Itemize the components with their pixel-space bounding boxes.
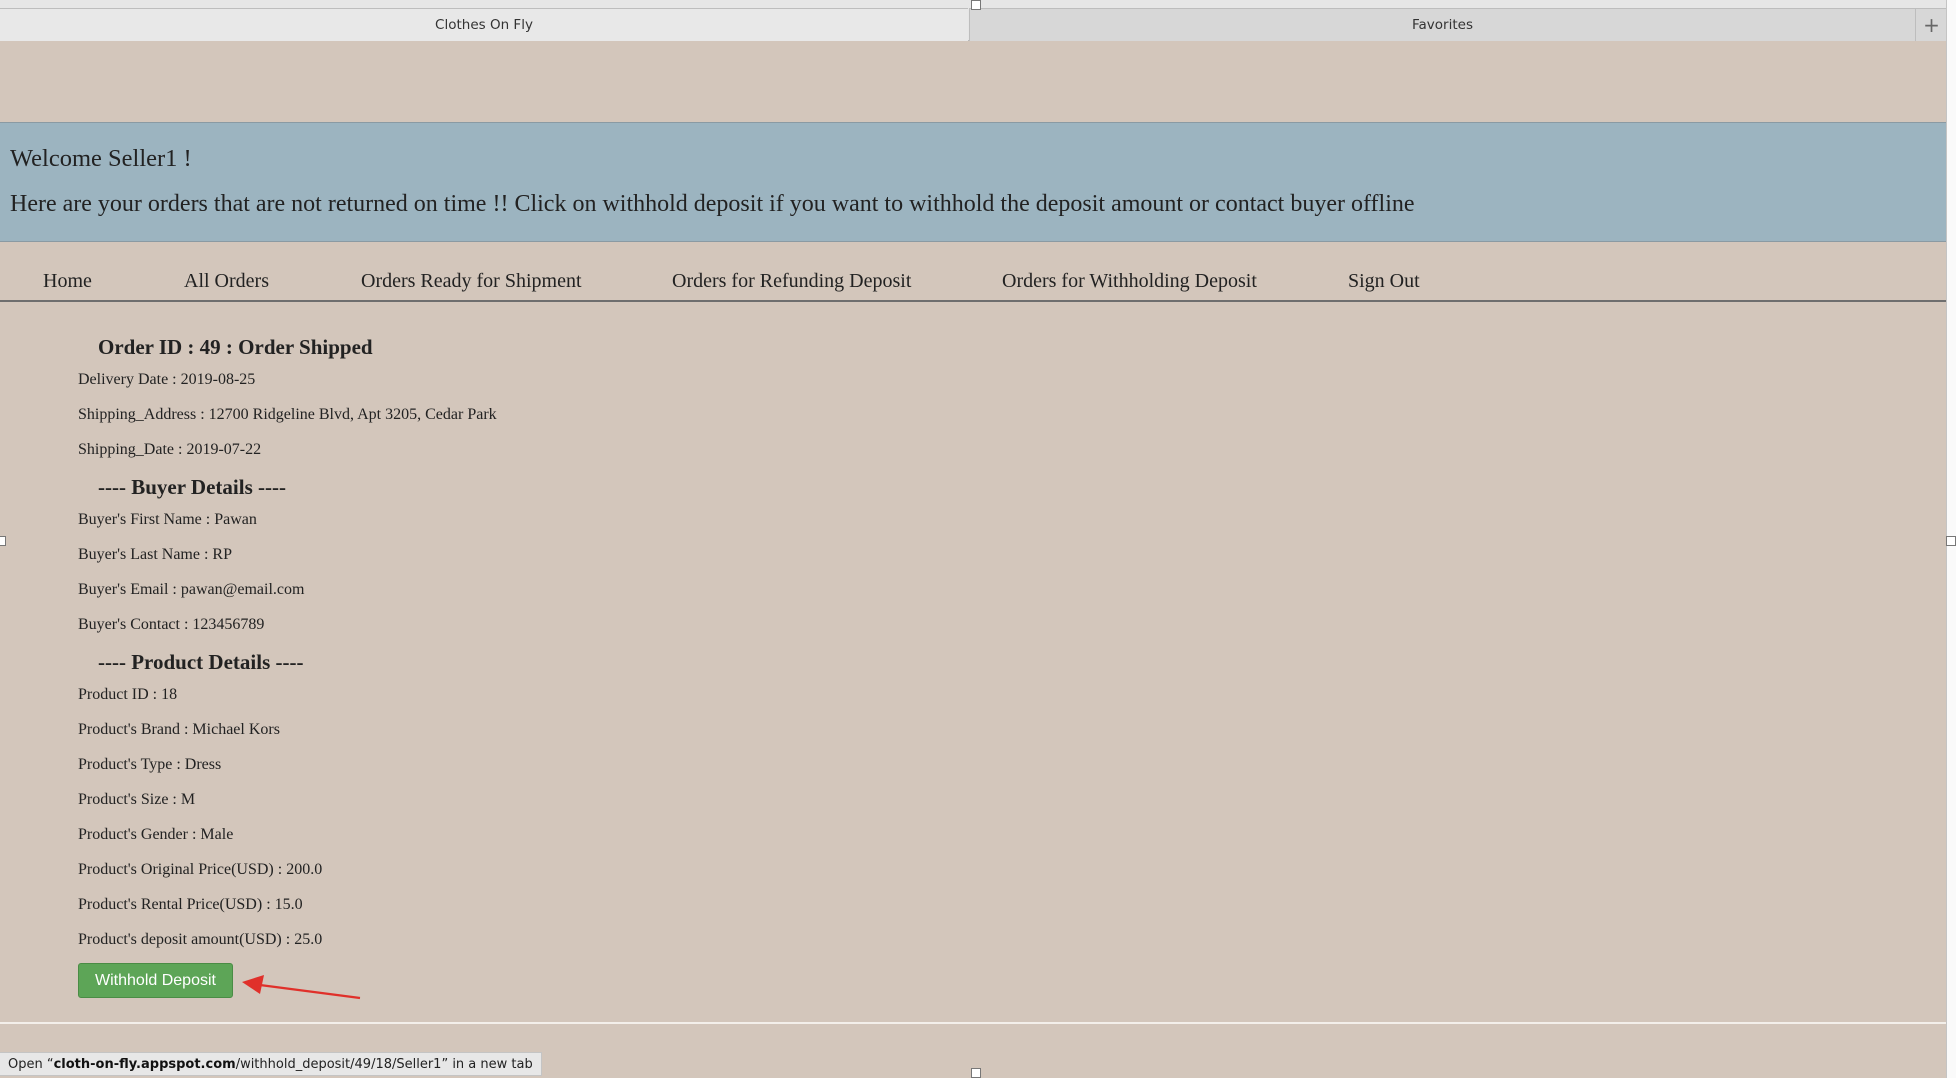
status-suffix: ” in a new tab xyxy=(441,1056,533,1072)
resize-handle-bottom[interactable] xyxy=(971,1068,981,1078)
nav-sign-out[interactable]: Sign Out xyxy=(1348,270,1420,293)
product-deposit-amount: Product's deposit amount(USD) : 25.0 xyxy=(78,931,323,948)
resize-handle-right[interactable] xyxy=(1946,536,1956,546)
annotation-arrow-icon xyxy=(242,975,361,1000)
status-prefix: Open “ xyxy=(8,1056,54,1072)
order-heading: Order ID : 49 : Order Shipped xyxy=(98,335,373,359)
welcome-banner: Welcome Seller1 ! Here are your orders t… xyxy=(0,122,1946,242)
delivery-date: Delivery Date : 2019-08-25 xyxy=(78,371,256,388)
withhold-deposit-button[interactable]: Withhold Deposit xyxy=(78,963,233,998)
overdue-orders-notice: Here are your orders that are not return… xyxy=(10,191,1415,217)
tab-favorites[interactable]: Favorites xyxy=(969,8,1915,41)
status-domain: cloth-on-fly.appspot.com xyxy=(53,1056,236,1072)
buyer-last-name: Buyer's Last Name : RP xyxy=(78,546,232,563)
product-gender: Product's Gender : Male xyxy=(78,826,234,843)
product-details-heading: ---- Product Details ---- xyxy=(98,650,304,674)
nav-orders-ready-for-shipment[interactable]: Orders Ready for Shipment xyxy=(361,270,582,293)
plus-icon: + xyxy=(1923,13,1940,37)
welcome-message: Welcome Seller1 ! xyxy=(10,145,192,172)
shipping-address: Shipping_Address : 12700 Ridgeline Blvd,… xyxy=(78,406,497,423)
new-tab-button[interactable]: + xyxy=(1915,8,1947,41)
buyer-first-name: Buyer's First Name : Pawan xyxy=(78,511,257,528)
link-status-bar: Open “cloth-on-fly.appspot.com/withhold_… xyxy=(0,1052,542,1076)
tab-clothes-on-fly[interactable]: Clothes On Fly xyxy=(0,8,968,41)
product-id: Product ID : 18 xyxy=(78,686,178,703)
buyer-email: Buyer's Email : pawan@email.com xyxy=(78,581,305,598)
product-original-price: Product's Original Price(USD) : 200.0 xyxy=(78,861,323,878)
nav-orders-refunding-deposit[interactable]: Orders for Refunding Deposit xyxy=(672,270,911,293)
shipping-date: Shipping_Date : 2019-07-22 xyxy=(78,441,262,458)
product-type: Product's Type : Dress xyxy=(78,756,222,773)
nav-home[interactable]: Home xyxy=(43,270,92,293)
main-navigation: Home All Orders Orders Ready for Shipmen… xyxy=(0,268,1946,302)
buyer-contact: Buyer's Contact : 123456789 xyxy=(78,616,265,633)
nav-orders-withholding-deposit[interactable]: Orders for Withholding Deposit xyxy=(1002,270,1257,293)
status-path: /withhold_deposit/49/18/Seller1 xyxy=(235,1056,442,1072)
footer-divider xyxy=(0,1022,1946,1024)
product-brand: Product's Brand : Michael Kors xyxy=(78,721,280,738)
product-size: Product's Size : M xyxy=(78,791,196,808)
tab-label: Favorites xyxy=(1412,17,1473,33)
buyer-details-heading: ---- Buyer Details ---- xyxy=(98,475,286,499)
tab-label: Clothes On Fly xyxy=(435,17,533,33)
resize-handle-left[interactable] xyxy=(0,536,6,546)
product-rental-price: Product's Rental Price(USD) : 15.0 xyxy=(78,896,303,913)
resize-handle-top[interactable] xyxy=(971,0,981,10)
nav-all-orders[interactable]: All Orders xyxy=(184,270,269,293)
